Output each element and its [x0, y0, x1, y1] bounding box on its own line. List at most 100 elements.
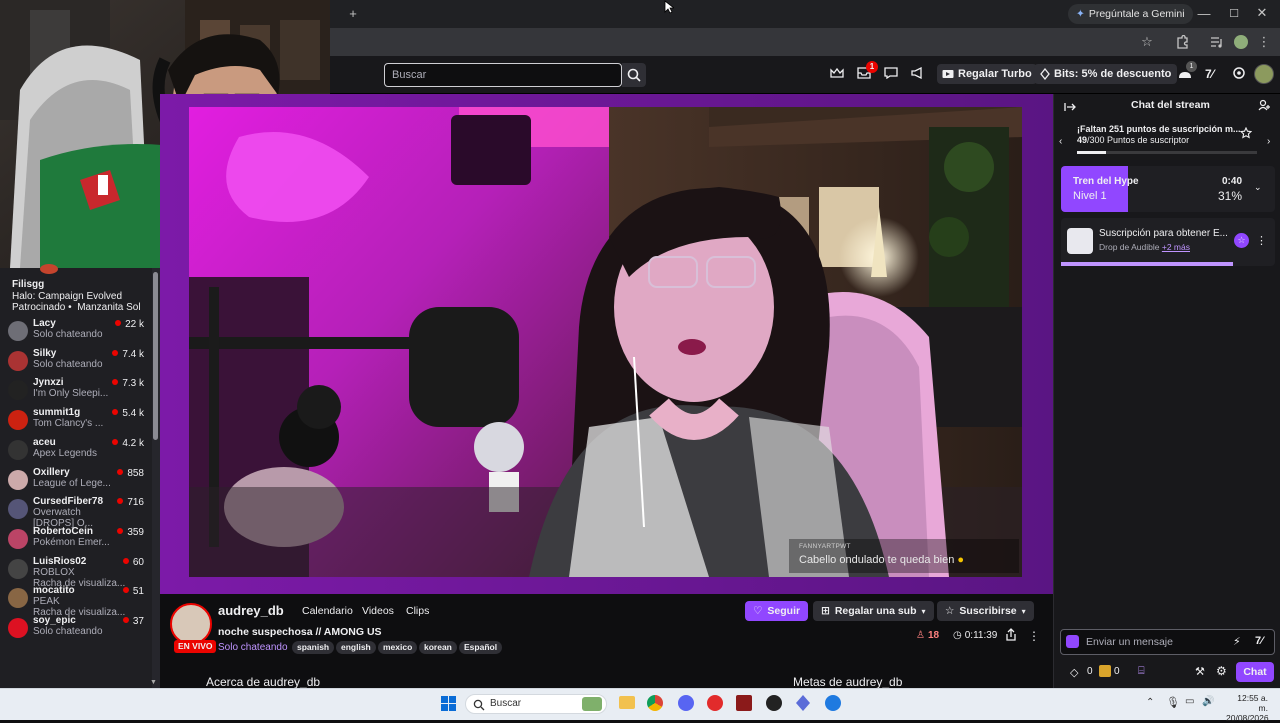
tag-mexico[interactable]: mexico — [378, 641, 418, 654]
sub-goal-progress-text: 49/300 Puntos de suscriptor — [1077, 135, 1189, 145]
profile-avatar[interactable] — [1234, 35, 1248, 49]
moderation-icon[interactable]: ⚒ — [1195, 665, 1205, 678]
taskbar-clock[interactable]: 12:55 a. m. 20/08/2026 — [1226, 693, 1269, 723]
new-tab-button[interactable]: + — [344, 4, 362, 22]
hype-train-card[interactable] — [1061, 166, 1275, 212]
settings-gear-icon[interactable]: ⚙ — [1216, 664, 1227, 678]
bits-icon[interactable]: ◇ — [1070, 666, 1078, 679]
windows-taskbar — [0, 688, 1280, 720]
tag-korean[interactable]: korean — [419, 641, 457, 654]
bits-offer-button[interactable]: Bits: 5% de descuento — [1034, 64, 1178, 84]
prediction-icon[interactable]: ⌸ — [1138, 665, 1145, 678]
chrome-menu-icon[interactable]: ⋮ — [1258, 34, 1271, 49]
obs-icon[interactable] — [766, 695, 782, 711]
extension-icon[interactable]: 7⁄ — [1205, 67, 1214, 81]
chevron-down-icon[interactable]: ⌄ — [1254, 182, 1262, 193]
channel-name: summit1g — [33, 407, 81, 419]
discord-icon[interactable] — [678, 695, 694, 711]
channel-name[interactable]: Filisgg — [12, 279, 44, 290]
emote-icon[interactable] — [1066, 635, 1079, 648]
channel-game: Overwatch — [33, 507, 81, 519]
gemini-button[interactable]: ✦ Pregúntale a Gemini — [1068, 4, 1193, 24]
volume-icon[interactable]: 🔊 — [1202, 696, 1214, 707]
gift-turbo-button[interactable]: Regalar Turbo — [937, 64, 1037, 84]
turbo-icon — [942, 70, 954, 78]
uptime: ◷ 0:11:39 — [953, 630, 997, 641]
announcements-icon[interactable] — [910, 67, 924, 79]
channel-name[interactable]: audrey_db — [218, 603, 284, 618]
notifications-icon[interactable] — [1232, 66, 1246, 80]
network-icon[interactable]: ▭ — [1185, 696, 1194, 707]
channel-name: mocatito — [33, 585, 75, 597]
channel-game: League of Lege... — [33, 477, 111, 489]
channel-points-icon[interactable] — [1099, 665, 1111, 677]
sidebar-channel-item[interactable]: Silky Solo chateando 7.4 k — [0, 347, 152, 377]
channel-name: soy_epic — [33, 615, 76, 626]
extension-icon[interactable]: 7⁄ — [1255, 635, 1263, 647]
sub-goal-rest: /300 Puntos de suscriptor — [1087, 135, 1190, 145]
tab-videos[interactable]: Videos — [362, 605, 394, 617]
drop-more-link[interactable]: +2 más — [1162, 242, 1190, 252]
windows-start-icon[interactable] — [441, 696, 456, 711]
subscribe-button[interactable]: ☆ Suscribirse ▾ — [937, 601, 1034, 621]
gift-sub-button[interactable]: ⊞ Regalar una sub ▾ — [813, 601, 934, 621]
media-player-icon[interactable] — [707, 695, 723, 711]
crown-icon[interactable] — [830, 67, 844, 79]
sidebar-channel-item[interactable]: Jynxzi I'm Only Sleepi... 7.3 k — [0, 376, 152, 406]
sidebar-channel-item[interactable]: summit1g Tom Clancy's ... 5.4 k — [0, 406, 152, 436]
community-icon[interactable] — [1258, 99, 1271, 111]
follow-button[interactable]: ♡ Seguir — [745, 601, 809, 621]
channel-avatar[interactable] — [170, 603, 212, 645]
sidebar-scroll-thumb[interactable] — [153, 272, 158, 440]
file-explorer-icon[interactable] — [619, 696, 635, 709]
subscribe-star-icon[interactable]: ☆ — [1234, 233, 1249, 248]
microphone-icon[interactable]: 🎙 — [1166, 696, 1180, 709]
sub-goal-bar — [1077, 151, 1257, 154]
tag-espanol[interactable]: Español — [459, 641, 503, 654]
scroll-down-icon[interactable]: ▼ — [150, 679, 157, 686]
magic-icon[interactable]: ⚡ — [1233, 635, 1241, 648]
sidebar-channel-item[interactable]: Lacy Solo chateando 22 k — [0, 317, 152, 347]
points-count: 0 — [1114, 666, 1120, 677]
search-input[interactable]: Buscar — [384, 63, 622, 87]
app-icon[interactable] — [825, 695, 841, 711]
bits-count: 0 — [1087, 666, 1093, 677]
channel-avatar — [8, 321, 28, 341]
sidebar-channel-item[interactable]: soy_epic Solo chateando 37 — [0, 614, 152, 644]
channel-game: Tom Clancy's ... — [33, 418, 104, 430]
search-button[interactable] — [622, 63, 646, 87]
media-control-icon[interactable] — [1210, 36, 1224, 48]
sidebar-channel-item[interactable]: aceu Apex Legends 4.2 k — [0, 436, 152, 466]
next-icon[interactable]: › — [1267, 136, 1270, 147]
whispers-icon[interactable] — [884, 67, 898, 79]
chevron-up-icon[interactable]: ⌃ — [1146, 697, 1154, 708]
tab-calendario[interactable]: Calendario — [302, 605, 353, 617]
minimize-button[interactable]: — — [1196, 5, 1212, 21]
chat-send-button[interactable]: Chat — [1236, 662, 1274, 682]
bookmark-star-icon[interactable]: ☆ — [1140, 34, 1154, 49]
app-icon[interactable] — [736, 695, 752, 711]
sidebar-channel-item[interactable]: Oxillery League of Lege... 858 — [0, 466, 152, 496]
close-window-button[interactable]: ✕ — [1254, 5, 1270, 21]
stream-category-link[interactable]: Solo chateando — [218, 642, 288, 653]
tab-clips[interactable]: Clips — [406, 605, 429, 617]
star-icon[interactable] — [1240, 127, 1252, 139]
chrome-icon[interactable] — [647, 695, 663, 711]
video-player[interactable] — [189, 107, 1022, 577]
share-icon[interactable] — [1005, 628, 1017, 641]
sponsor-brand: Manzanita Sol — [77, 302, 141, 313]
sidebar-channel-item[interactable]: RobertoCein Pokémon Emer... 359 — [0, 525, 152, 555]
more-options-icon[interactable]: ⋮ — [1256, 234, 1267, 247]
tag-spanish[interactable]: spanish — [292, 641, 335, 654]
taskbar-search-label: Buscar — [490, 698, 522, 709]
tag-english[interactable]: english — [336, 641, 376, 654]
taskbar-search[interactable]: Buscar — [465, 694, 607, 714]
chat-input-placeholder: Enviar un mensaje — [1086, 636, 1173, 648]
person-icon: ♙ — [916, 630, 925, 641]
prev-icon[interactable]: ‹ — [1059, 136, 1062, 147]
collapse-chat-icon[interactable] — [1064, 102, 1076, 112]
maximize-button[interactable]: ☐ — [1226, 5, 1242, 21]
extensions-icon[interactable] — [1175, 35, 1189, 49]
more-options-icon[interactable]: ⋮ — [1028, 629, 1040, 643]
user-avatar[interactable] — [1254, 64, 1274, 84]
